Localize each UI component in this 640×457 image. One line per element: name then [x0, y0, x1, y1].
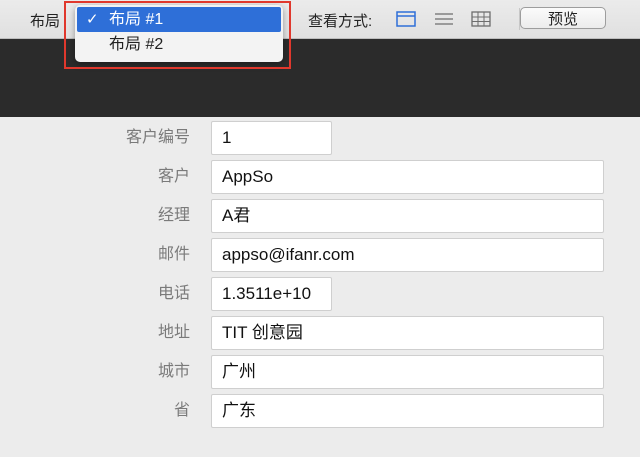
manager-field[interactable]: A君 — [211, 199, 604, 233]
field-label-email: 邮件 — [157, 246, 190, 263]
phone-field[interactable]: 1.3511e+10 — [211, 277, 332, 311]
preview-button[interactable]: 预览 — [520, 7, 606, 29]
customer-id-field[interactable]: 1 — [211, 121, 332, 155]
field-label-city: 城市 — [157, 363, 190, 380]
field-label-province: 省 — [173, 402, 190, 419]
record-form: 客户编号 1 客户 AppSo 经理 A君 邮件 appso@ifanr.com… — [0, 117, 640, 457]
table-view-button[interactable] — [470, 10, 492, 28]
list-view-button[interactable] — [433, 10, 455, 28]
list-view-icon — [435, 13, 453, 25]
province-field[interactable]: 广东 — [211, 394, 604, 428]
table-view-icon — [471, 11, 491, 27]
layout-label: 布局 — [30, 13, 61, 30]
field-label-customer: 客户 — [157, 168, 190, 185]
field-label-customer-id: 客户编号 — [125, 129, 190, 146]
view-mode-label: 查看方式: — [308, 13, 373, 30]
annotation-highlight-box — [64, 1, 291, 69]
form-view-icon — [396, 11, 416, 27]
city-field[interactable]: 广州 — [211, 355, 604, 389]
field-label-manager: 经理 — [157, 207, 190, 224]
field-label-address: 地址 — [157, 324, 190, 341]
address-field[interactable]: TIT 创意园 — [211, 316, 604, 350]
form-view-button[interactable] — [395, 10, 417, 28]
email-field[interactable]: appso@ifanr.com — [211, 238, 604, 272]
customer-field[interactable]: AppSo — [211, 160, 604, 194]
field-label-phone: 电话 — [157, 285, 190, 302]
